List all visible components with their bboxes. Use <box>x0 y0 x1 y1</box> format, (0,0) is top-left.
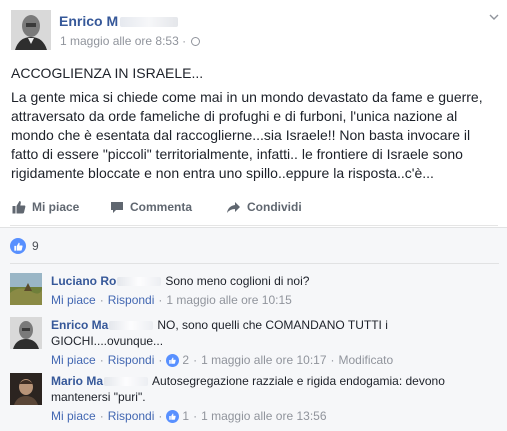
commenter-avatar[interactable] <box>10 317 42 349</box>
commenter-name[interactable]: Luciano Ro <box>51 274 116 288</box>
globe-icon <box>191 37 201 46</box>
share-button[interactable]: Condividi <box>226 200 302 214</box>
comment-meta: Mi piace · Rispondi · 1 · 1 maggio alle … <box>51 408 327 424</box>
post-meta: 1 maggio alle ore 8:53 · <box>60 34 201 48</box>
author-avatar[interactable] <box>11 10 51 50</box>
post-timestamp[interactable]: 1 maggio alle ore 8:53 <box>60 34 179 48</box>
comment-meta: Mi piace · Rispondi · 1 maggio alle ore … <box>51 292 292 308</box>
comment-label: Commenta <box>130 200 193 214</box>
comment-time[interactable]: 1 maggio alle ore 13:56 <box>201 408 326 424</box>
like-label: Mi piace <box>32 200 80 214</box>
redacted-surname <box>117 277 162 287</box>
commenter-name[interactable]: Mario Ma <box>51 374 103 388</box>
comment-like-link[interactable]: Mi piace <box>51 408 96 424</box>
post-title: ACCOGLIENZA IN ISRAELE... <box>11 65 204 81</box>
redacted-surname <box>104 377 149 387</box>
thumbs-up-icon <box>12 201 26 214</box>
post-actions: Mi piace Commenta Condividi <box>10 196 498 226</box>
comment-like-link[interactable]: Mi piace <box>51 292 96 308</box>
comment-time[interactable]: 1 maggio alle ore 10:17 <box>201 352 326 368</box>
comment-edited[interactable]: Modificato <box>339 352 394 368</box>
comment-like-link[interactable]: Mi piace <box>51 352 96 368</box>
facebook-post: Enrico M 1 maggio alle ore 8:53 · ACCOGL… <box>0 0 507 431</box>
like-reaction-icon <box>166 353 180 367</box>
comment-body: Mario Ma Autosegregazione razziale e rigi… <box>51 373 496 424</box>
comment-reply-link[interactable]: Rispondi <box>108 292 155 308</box>
comment-meta: Mi piace · Rispondi · 2 · 1 maggio alle … <box>51 352 394 368</box>
reaction-count: 9 <box>32 239 39 253</box>
author-name[interactable]: Enrico M <box>59 13 179 29</box>
redacted-surname <box>109 321 154 331</box>
commenter-avatar[interactable] <box>10 373 42 405</box>
commenter-name[interactable]: Enrico Ma <box>51 318 108 332</box>
comments-section: 9 Luciano Ro Sono meno coglioni di noi? M… <box>0 227 507 431</box>
comment-reply-link[interactable]: Rispondi <box>108 408 155 424</box>
comment-body: Enrico Ma NO, sono quelli che COMANDANO T… <box>51 317 496 368</box>
share-label: Condividi <box>247 200 302 214</box>
comment-like-count[interactable]: 2 <box>182 352 189 368</box>
chevron-down-icon[interactable] <box>489 12 499 22</box>
share-icon <box>227 201 240 213</box>
comment-text: Sono meno coglioni di noi? <box>165 274 310 288</box>
comment-reply-link[interactable]: Rispondi <box>108 352 155 368</box>
post-header: Enrico M 1 maggio alle ore 8:53 · <box>11 10 501 52</box>
commenter-avatar[interactable] <box>10 273 42 305</box>
comment-icon <box>111 201 123 213</box>
divider <box>10 263 499 264</box>
reactions-summary[interactable]: 9 <box>10 236 39 256</box>
redacted-surname <box>120 17 179 28</box>
like-reaction-icon <box>10 238 26 254</box>
comment-body: Luciano Ro Sono meno coglioni di noi? Mi … <box>51 273 496 308</box>
comment-time[interactable]: 1 maggio alle ore 10:15 <box>166 292 291 308</box>
post-body: La gente mica si chiede come mai in un m… <box>11 89 483 181</box>
comment-button[interactable]: Commenta <box>110 200 192 214</box>
comment-like-count[interactable]: 1 <box>182 408 189 424</box>
like-reaction-icon <box>166 409 180 423</box>
like-button[interactable]: Mi piace <box>12 200 79 214</box>
